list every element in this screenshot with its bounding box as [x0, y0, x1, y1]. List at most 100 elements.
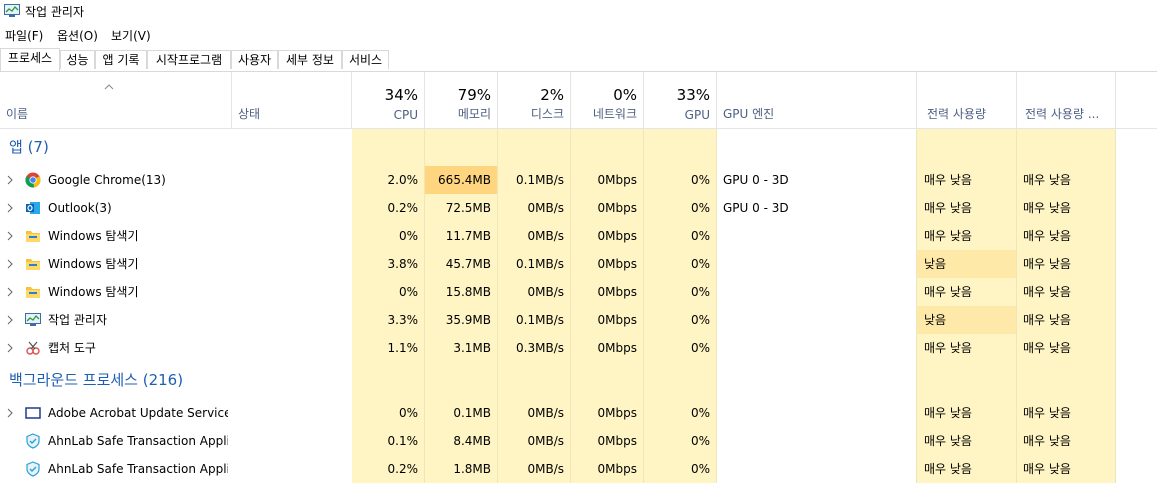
col-status-label: 상태	[238, 107, 261, 121]
table-row[interactable]: 캡처 도구 1.1% 3.1MB 0.3MB/s 0Mbps 0% 매우 낮음 매우 낮음	[0, 334, 1157, 362]
col-status[interactable]: 상태	[232, 72, 352, 128]
heat-cell	[352, 362, 424, 399]
tab-startup[interactable]: 시작프로그램	[147, 50, 231, 69]
task-manager-icon	[4, 4, 20, 17]
heat-cell	[917, 362, 1016, 399]
cell-gpu-engine	[717, 222, 917, 250]
cell-disk: 0MB/s	[498, 427, 570, 455]
title-bar: 작업 관리자	[0, 0, 1157, 22]
cell-net: 0Mbps	[571, 194, 643, 222]
heat-cell	[1017, 362, 1115, 399]
cell-cpu: 3.3%	[352, 306, 424, 334]
tab-users[interactable]: 사용자	[231, 50, 278, 69]
table-row[interactable]: AhnLab Safe Transaction Appli... 0.2% 1.8M…	[0, 455, 1157, 483]
chevron-right-icon[interactable]	[6, 259, 14, 269]
tab-services[interactable]: 서비스	[342, 50, 389, 69]
column-divider	[1115, 129, 1116, 483]
process-name: Adobe Acrobat Update Service(...	[48, 406, 228, 420]
cell-net: 0Mbps	[571, 222, 643, 250]
cell-disk: 0MB/s	[498, 278, 570, 306]
column-divider	[424, 129, 425, 483]
cell-power: 매우 낮음	[917, 222, 1016, 250]
tab-details[interactable]: 세부 정보	[278, 50, 342, 69]
disk-total: 2%	[540, 86, 564, 104]
chevron-right-icon[interactable]	[6, 315, 14, 325]
table-row[interactable]: Google Chrome(13) 2.0% 665.4MB 0.1MB/s 0Mbps…	[0, 166, 1157, 194]
table-row[interactable]: 작업 관리자 3.3% 35.9MB 0.1MB/s 0Mbps 0% 낮음 매우 낮음	[0, 306, 1157, 334]
cell-gpu: 0%	[644, 334, 716, 362]
cell-power-trend: 매우 낮음	[1017, 399, 1115, 427]
chevron-right-icon[interactable]	[6, 408, 14, 418]
cell-gpu-engine: GPU 0 - 3D	[723, 173, 789, 187]
process-name: Windows 탐색기	[48, 257, 139, 271]
tab-app-history[interactable]: 앱 기록	[95, 50, 147, 69]
process-name: 작업 관리자	[48, 313, 108, 327]
cell-mem: 3.1MB	[425, 334, 497, 362]
cell-cpu: 0.2%	[352, 194, 424, 222]
col-gpu-engine-label: GPU 엔진	[723, 107, 775, 121]
cell-gpu: 0%	[644, 399, 716, 427]
table-row[interactable]: Windows 탐색기 0% 15.8MB 0MB/s 0Mbps 0% 매우 낮음 매우 낮…	[0, 278, 1157, 306]
cell-disk: 0MB/s	[498, 222, 570, 250]
cell-gpu-engine: GPU 0 - 3D	[723, 201, 789, 215]
menu-options[interactable]: 옵션(O)	[57, 27, 98, 44]
process-name: AhnLab Safe Transaction Appli...	[48, 462, 228, 476]
cell-gpu: 0%	[644, 250, 716, 278]
table-row[interactable]: Outlook(3) 0.2% 72.5MB 0MB/s 0Mbps 0% GPU 0 - …	[0, 194, 1157, 222]
col-memory[interactable]: 79% 메모리	[425, 72, 498, 128]
cell-power-trend: 매우 낮음	[1017, 222, 1115, 250]
cell-power-trend: 매우 낮음	[1017, 278, 1115, 306]
col-gpu[interactable]: 33% GPU	[644, 72, 717, 128]
cell-power-trend: 매우 낮음	[1017, 427, 1115, 455]
cell-power: 매우 낮음	[917, 334, 1016, 362]
cell-power: 매우 낮음	[917, 399, 1016, 427]
menu-file[interactable]: 파일(F)	[5, 27, 43, 44]
column-divider	[916, 129, 917, 483]
cell-power-trend: 매우 낮음	[1017, 334, 1115, 362]
col-power[interactable]: 전력 사용량	[917, 72, 1017, 128]
cell-power: 낮음	[917, 306, 1016, 334]
menu-view[interactable]: 보기(V)	[111, 27, 151, 44]
col-cpu[interactable]: 34% CPU	[352, 72, 425, 128]
col-power-trend[interactable]: 전력 사용량 ...	[1017, 72, 1116, 128]
cell-power: 낮음	[917, 250, 1016, 278]
cell-gpu: 0%	[644, 427, 716, 455]
table-row[interactable]: AhnLab Safe Transaction Appli... 0.1% 8.4M…	[0, 427, 1157, 455]
cell-disk: 0MB/s	[498, 455, 570, 483]
col-name[interactable]: 이름	[0, 72, 232, 128]
heat-cell	[644, 362, 716, 399]
cell-power: 매우 낮음	[917, 427, 1016, 455]
cell-disk: 0.1MB/s	[498, 306, 570, 334]
table-row[interactable]: Windows 탐색기 3.8% 45.7MB 0.1MB/s 0Mbps 0% 낮음 매우 …	[0, 250, 1157, 278]
heat-cell	[352, 129, 424, 166]
cell-cpu: 0%	[352, 222, 424, 250]
chevron-right-icon[interactable]	[6, 231, 14, 241]
heat-cell	[571, 129, 643, 166]
chevron-right-icon[interactable]	[6, 287, 14, 297]
tab-processes[interactable]: 프로세스	[0, 48, 60, 71]
cell-mem: 35.9MB	[425, 306, 497, 334]
window-title: 작업 관리자	[25, 5, 85, 19]
process-name: 캡처 도구	[48, 341, 96, 355]
chevron-right-icon[interactable]	[6, 203, 14, 213]
col-disk[interactable]: 2% 디스크	[498, 72, 571, 128]
col-network[interactable]: 0% 네트워크	[571, 72, 644, 128]
ahnlab-shield-icon	[26, 461, 40, 477]
group-apps[interactable]: 앱 (7)	[0, 129, 1157, 166]
cell-disk: 0MB/s	[498, 194, 570, 222]
table-row[interactable]: Adobe Acrobat Update Service(... 0% 0.1MB 0…	[0, 399, 1157, 427]
process-name: AhnLab Safe Transaction Appli...	[48, 434, 228, 448]
heat-cell	[498, 129, 570, 166]
tab-performance[interactable]: 성능	[60, 50, 95, 69]
group-label: 백그라운드 프로세스 (216)	[9, 371, 184, 389]
cell-gpu-engine	[717, 334, 917, 362]
chevron-right-icon[interactable]	[6, 343, 14, 353]
col-gpu-engine[interactable]: GPU 엔진	[717, 72, 917, 128]
chevron-right-icon[interactable]	[6, 175, 14, 185]
cell-mem: 8.4MB	[425, 427, 497, 455]
cell-power: 매우 낮음	[917, 166, 1016, 194]
cell-mem: 45.7MB	[425, 250, 497, 278]
task-manager-icon	[25, 313, 41, 326]
table-row[interactable]: Windows 탐색기 0% 11.7MB 0MB/s 0Mbps 0% 매우 낮음 매우 낮…	[0, 222, 1157, 250]
group-background[interactable]: 백그라운드 프로세스 (216)	[0, 362, 1157, 399]
